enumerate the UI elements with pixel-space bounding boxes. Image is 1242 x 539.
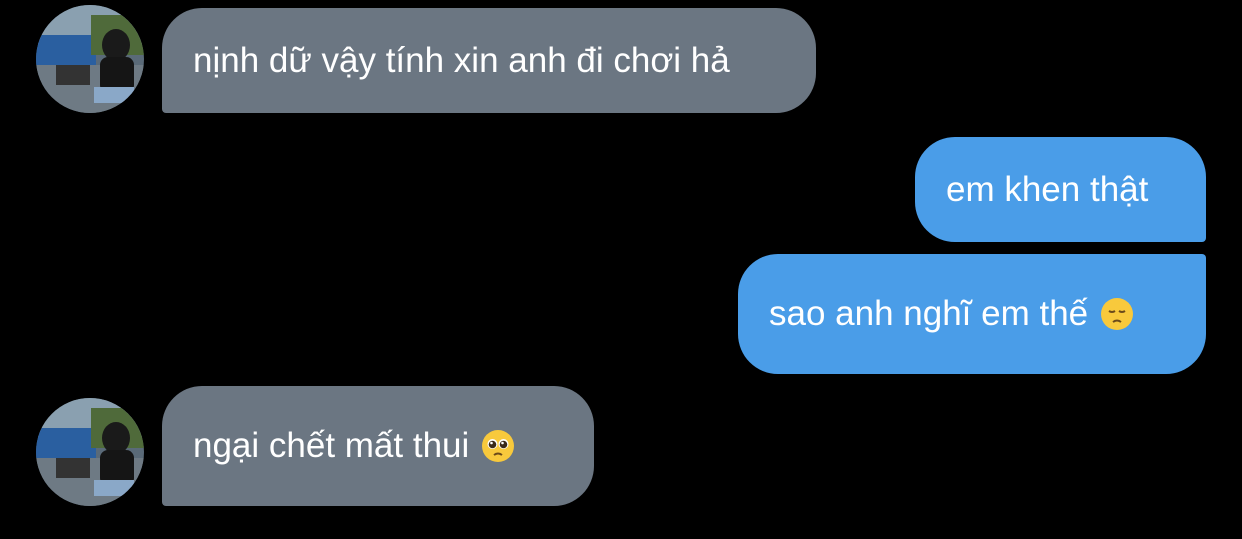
avatar-photo	[36, 398, 144, 506]
avatar-photo	[36, 5, 144, 113]
message-bubble-incoming[interactable]: nịnh dữ vậy tính xin anh đi chơi hả	[162, 8, 816, 113]
message-text: sao anh nghĩ em thế	[769, 294, 1089, 333]
contact-avatar[interactable]	[36, 5, 144, 113]
message-bubble-outgoing[interactable]: em khen thật	[915, 137, 1206, 242]
message-text: nịnh dữ vậy tính xin anh đi chơi hả	[193, 40, 730, 80]
message-text: em khen thật	[946, 169, 1149, 209]
message-text: ngại chết mất thui	[193, 426, 470, 465]
message-bubble-outgoing[interactable]: sao anh nghĩ em thế	[738, 254, 1206, 374]
message-bubble-incoming[interactable]: ngại chết mất thui	[162, 386, 594, 506]
contact-avatar[interactable]	[36, 398, 144, 506]
chat-screen: nịnh dữ vậy tính xin anh đi chơi hả em k…	[0, 0, 1242, 539]
pensive-face-icon	[1100, 297, 1134, 331]
pleading-face-icon	[481, 429, 515, 463]
